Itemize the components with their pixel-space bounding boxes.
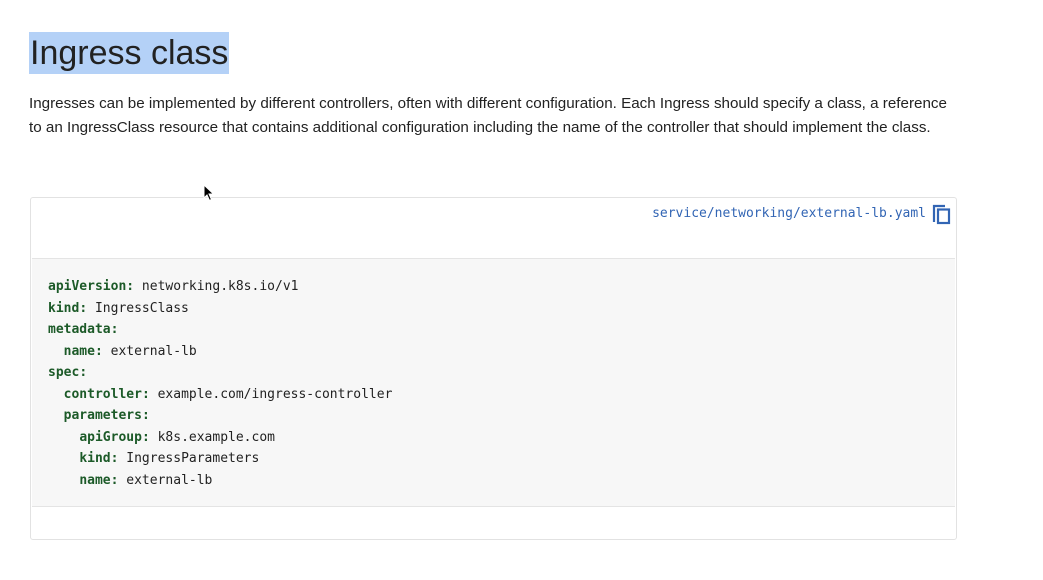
yaml-key: spec xyxy=(48,365,80,380)
code-line: controller: example.com/ingress-controll… xyxy=(63,386,393,402)
docs-page: Ingress class Ingresses can be implement… xyxy=(0,0,1043,580)
yaml-value: IngressParameters xyxy=(118,451,260,466)
yaml-key: name xyxy=(79,472,111,488)
yaml-code: apiVersion: networking.k8s.io/v1 kind: In… xyxy=(32,259,955,491)
yaml-value: IngressClass xyxy=(87,300,189,316)
yaml-value: external-lb xyxy=(102,343,197,359)
yaml-key: kind xyxy=(48,300,80,316)
code-line: metadata: xyxy=(48,322,119,337)
code-area[interactable]: apiVersion: networking.k8s.io/v1 kind: In… xyxy=(32,258,955,507)
section-title: Ingress class xyxy=(29,32,230,74)
yaml-value: external-lb xyxy=(118,472,213,488)
file-link[interactable]: service/networking/external-lb.yaml xyxy=(652,206,926,222)
code-line: apiGroup: k8s.example.com xyxy=(79,429,275,445)
copy-icon[interactable] xyxy=(932,203,952,225)
mouse-pointer-icon xyxy=(203,183,215,202)
code-example-box: service/networking/external-lb.yaml apiV… xyxy=(30,197,957,540)
code-line: spec: xyxy=(48,365,88,380)
code-line: apiVersion: networking.k8s.io/v1 xyxy=(48,279,299,294)
yaml-key: parameters xyxy=(63,408,142,423)
yaml-value: k8s.example.com xyxy=(149,429,275,445)
yaml-key: controller xyxy=(63,386,142,402)
code-line: name: external-lb xyxy=(79,472,213,488)
yaml-key: metadata xyxy=(48,322,111,337)
code-line: kind: IngressClass xyxy=(48,300,189,316)
code-line: name: external-lb xyxy=(63,343,197,359)
next-paragraph-cut-off xyxy=(29,574,959,580)
section-intro: Ingresses can be implemented by differen… xyxy=(29,95,947,136)
yaml-key: apiVersion xyxy=(48,279,127,294)
yaml-key: name xyxy=(63,343,95,359)
code-line: kind: IngressParameters xyxy=(79,451,260,466)
yaml-key: kind xyxy=(79,451,111,466)
yaml-key: apiGroup xyxy=(79,429,142,445)
code-line: parameters: xyxy=(63,408,150,423)
yaml-value: networking.k8s.io/v1 xyxy=(134,279,299,294)
yaml-value: example.com/ingress-controller xyxy=(149,386,393,402)
